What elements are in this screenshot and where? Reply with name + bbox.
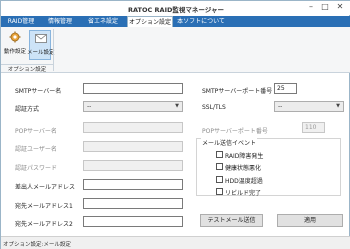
health-degraded-checkbox[interactable] [216, 163, 223, 170]
tab-about[interactable]: 本ソフトについて [175, 16, 227, 27]
health-degraded-label: 健康状態悪化 [225, 165, 262, 172]
ribbon: 動作設定 メール設定 オプション設定 [1, 27, 350, 73]
chevron-down-icon: ▼ [336, 103, 340, 109]
auth-password-label: 認証パスワード [15, 165, 58, 172]
rebuild-complete-label: リビルド完了 [225, 190, 262, 197]
smtp-server-label: SMTPサーバー名 [15, 88, 62, 95]
from-address-label: 差出人メールアドレス [15, 184, 76, 191]
auth-method-select[interactable]: -- ▼ [83, 101, 183, 112]
minimize-button[interactable]: – [305, 2, 317, 12]
auth-password-input[interactable] [83, 160, 183, 171]
pop-port-label: POPサーバーポート番号 [202, 128, 268, 135]
mail-settings-label: メール設定 [27, 50, 55, 56]
gear-icon [9, 31, 21, 43]
smtp-server-input[interactable] [83, 83, 183, 94]
auth-user-input[interactable] [83, 141, 183, 152]
auth-method-label: 認証方式 [15, 106, 40, 113]
auth-user-label: 認証ユーザー名 [15, 146, 57, 153]
smtp-port-label: SMTPサーバーポート番号 [202, 88, 273, 95]
ssl-tls-select[interactable]: -- ▼ [274, 101, 344, 112]
ssl-tls-value: -- [278, 103, 283, 110]
auth-method-value: -- [87, 103, 92, 110]
title-bar: RATOC RAID監視マネージャー – □ ✕ [1, 1, 350, 15]
tab-info-management[interactable]: 情報管理 [41, 16, 79, 27]
ribbon-group-separator [53, 29, 54, 71]
app-window: RATOC RAID監視マネージャー – □ ✕ RAID管理 情報管理 省エネ… [0, 0, 350, 249]
chevron-down-icon: ▼ [175, 103, 179, 109]
status-bar: オプション設定:メール設定 [1, 236, 350, 249]
hdd-temperature-label: HDD温度超過 [225, 178, 263, 185]
raid-failure-checkbox[interactable] [216, 151, 223, 158]
test-mail-button[interactable]: テストメール送信 [200, 214, 263, 227]
ribbon-group-label: オプション設定 [1, 64, 53, 73]
tab-power-saving[interactable]: 省エネ設定 [81, 16, 125, 27]
window-title: RATOC RAID監視マネージャー [128, 6, 224, 14]
status-text: オプション設定:メール設定 [3, 242, 71, 248]
operation-settings-label: 動作設定 [3, 49, 26, 55]
to-address2-input[interactable] [83, 216, 183, 227]
raid-failure-label: RAID障害発生 [225, 153, 264, 160]
operation-settings-button[interactable]: 動作設定 [4, 30, 26, 60]
to-address1-label: 宛先メールアドレス1 [15, 203, 73, 210]
smtp-port-input[interactable]: 25 [274, 83, 297, 94]
close-button[interactable]: ✕ [334, 2, 346, 12]
mail-events-title: メール送信イベント [201, 138, 258, 147]
apply-button[interactable]: 適用 [277, 214, 343, 227]
ssl-tls-label: SSL/TLS [202, 104, 226, 111]
hdd-temperature-checkbox[interactable] [216, 176, 223, 183]
pop-port-input[interactable]: 110 [302, 122, 325, 133]
to-address1-input[interactable] [83, 198, 183, 209]
mail-settings-button[interactable]: メール設定 [27, 30, 55, 60]
maximize-button[interactable]: □ [319, 2, 331, 12]
tab-raid-management[interactable]: RAID管理 [3, 16, 39, 27]
rebuild-complete-checkbox[interactable] [216, 188, 223, 195]
tab-bar: RAID管理 情報管理 省エネ設定 オプション設定 本ソフトについて [1, 16, 350, 28]
from-address-input[interactable] [83, 179, 183, 190]
to-address2-label: 宛先メールアドレス2 [15, 221, 73, 228]
pop-server-label: POPサーバー名 [15, 128, 57, 135]
pop-server-input[interactable] [83, 122, 183, 133]
envelope-icon [35, 34, 47, 43]
